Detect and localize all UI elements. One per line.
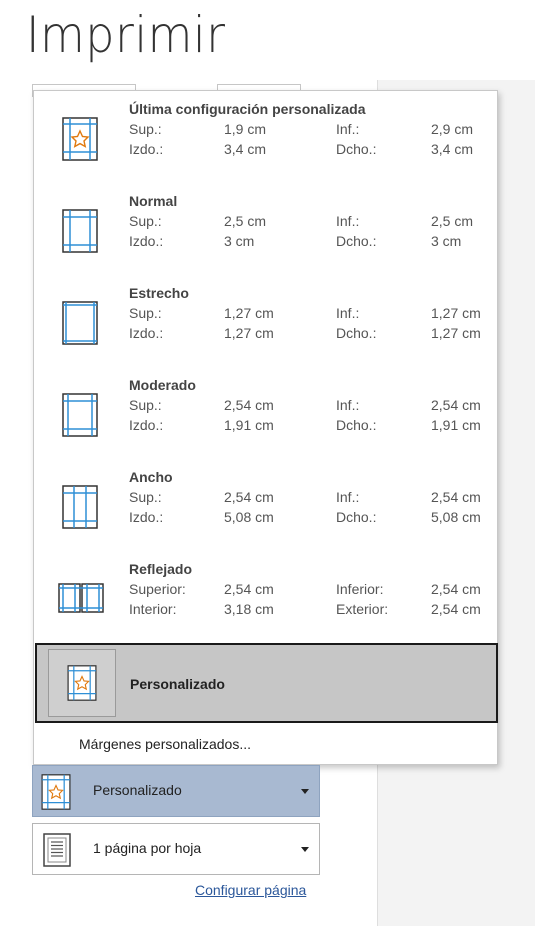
selected-option-name: Personalizado bbox=[130, 676, 225, 692]
option-name: Moderado bbox=[129, 377, 196, 393]
left-label: Izdo.: bbox=[129, 509, 164, 525]
inside-label: Interior: bbox=[129, 601, 177, 617]
page-per-sheet-icon bbox=[43, 833, 71, 872]
pages-per-sheet-label: 1 página por hoja bbox=[93, 840, 202, 856]
custom-margins-star-icon bbox=[67, 665, 97, 701]
margin-option-narrow[interactable]: Estrecho Sup.: 1,27 cm Inf.: 1,27 cm Izd… bbox=[34, 275, 497, 367]
margins-dropdown-label: Personalizado bbox=[93, 782, 182, 798]
margins-dropdown[interactable]: Personalizado bbox=[32, 765, 320, 817]
margin-option-mirrored[interactable]: Reflejado Superior: 2,54 cm Inferior: 2,… bbox=[34, 551, 497, 643]
custom-margins-star-icon bbox=[41, 774, 71, 815]
bottom-label: Inf.: bbox=[336, 121, 360, 137]
right-value: 1,27 cm bbox=[431, 325, 481, 341]
bottom-label: Inf.: bbox=[336, 213, 360, 229]
left-value: 1,91 cm bbox=[224, 417, 274, 433]
bottom-value: 2,54 cm bbox=[431, 397, 481, 413]
right-label: Dcho.: bbox=[336, 325, 377, 341]
left-value: 3,4 cm bbox=[224, 141, 267, 157]
option-name: Reflejado bbox=[129, 561, 193, 577]
mirrored-margins-icon bbox=[58, 583, 104, 618]
top-value: 2,54 cm bbox=[224, 489, 274, 505]
left-label: Izdo.: bbox=[129, 325, 164, 341]
top-value: 1,9 cm bbox=[224, 121, 267, 137]
top-label: Sup.: bbox=[129, 397, 162, 413]
page-title: Imprimir bbox=[26, 6, 226, 64]
option-name: Normal bbox=[129, 193, 178, 209]
chevron-down-icon bbox=[301, 847, 309, 852]
left-value: 1,27 cm bbox=[224, 325, 274, 341]
pages-per-sheet-dropdown[interactable]: 1 página por hoja bbox=[32, 823, 320, 875]
inside-value: 3,18 cm bbox=[224, 601, 274, 617]
narrow-margins-icon bbox=[62, 301, 98, 350]
margin-option-moderate[interactable]: Moderado Sup.: 2,54 cm Inf.: 2,54 cm Izd… bbox=[34, 367, 497, 459]
outside-label: Exterior: bbox=[336, 601, 389, 617]
top-label: Sup.: bbox=[129, 305, 162, 321]
bottom-value: 2,9 cm bbox=[431, 121, 474, 137]
bottom-label: Inf.: bbox=[336, 489, 360, 505]
top-label: Sup.: bbox=[129, 121, 162, 137]
bottom-label: Inf.: bbox=[336, 305, 360, 321]
margin-option-wide[interactable]: Ancho Sup.: 2,54 cm Inf.: 2,54 cm Izdo.:… bbox=[34, 459, 497, 551]
bottom-label: Inferior: bbox=[336, 581, 384, 597]
custom-margins-icon-box bbox=[48, 649, 116, 717]
margin-option-last-custom[interactable]: Última configuración personalizada Sup.:… bbox=[34, 91, 497, 183]
normal-margins-icon bbox=[62, 209, 98, 258]
custom-margins-star-icon bbox=[62, 117, 98, 166]
bottom-value: 2,54 cm bbox=[431, 581, 481, 597]
top-value: 2,5 cm bbox=[224, 213, 267, 229]
bottom-label: Inf.: bbox=[336, 397, 360, 413]
top-value: 2,54 cm bbox=[224, 397, 274, 413]
right-value: 1,91 cm bbox=[431, 417, 481, 433]
left-label: Izdo.: bbox=[129, 141, 164, 157]
top-label: Sup.: bbox=[129, 213, 162, 229]
margins-menu: Última configuración personalizada Sup.:… bbox=[33, 90, 498, 765]
right-value: 3,4 cm bbox=[431, 141, 474, 157]
option-name: Ancho bbox=[129, 469, 173, 485]
margin-option-normal[interactable]: Normal Sup.: 2,5 cm Inf.: 2,5 cm Izdo.: … bbox=[34, 183, 497, 275]
top-value: 1,27 cm bbox=[224, 305, 274, 321]
wide-margins-icon bbox=[62, 485, 98, 534]
right-label: Dcho.: bbox=[336, 417, 377, 433]
bottom-value: 2,54 cm bbox=[431, 489, 481, 505]
right-value: 3 cm bbox=[431, 233, 462, 249]
moderate-margins-icon bbox=[62, 393, 98, 442]
right-label: Dcho.: bbox=[336, 141, 377, 157]
custom-margins-link[interactable]: Márgenes personalizados... bbox=[79, 736, 251, 752]
left-label: Izdo.: bbox=[129, 233, 164, 249]
margin-option-custom-selected[interactable]: Personalizado bbox=[35, 643, 498, 723]
left-value: 3 cm bbox=[224, 233, 255, 249]
top-label: Sup.: bbox=[129, 489, 162, 505]
bottom-value: 1,27 cm bbox=[431, 305, 481, 321]
bottom-value: 2,5 cm bbox=[431, 213, 474, 229]
top-label: Superior: bbox=[129, 581, 186, 597]
right-label: Dcho.: bbox=[336, 509, 377, 525]
option-name: Estrecho bbox=[129, 285, 189, 301]
top-value: 2,54 cm bbox=[224, 581, 274, 597]
left-label: Izdo.: bbox=[129, 417, 164, 433]
option-name: Última configuración personalizada bbox=[129, 101, 366, 117]
left-value: 5,08 cm bbox=[224, 509, 274, 525]
chevron-down-icon bbox=[301, 789, 309, 794]
right-label: Dcho.: bbox=[336, 233, 377, 249]
page-setup-link[interactable]: Configurar página bbox=[195, 882, 306, 898]
outside-value: 2,54 cm bbox=[431, 601, 481, 617]
right-value: 5,08 cm bbox=[431, 509, 481, 525]
